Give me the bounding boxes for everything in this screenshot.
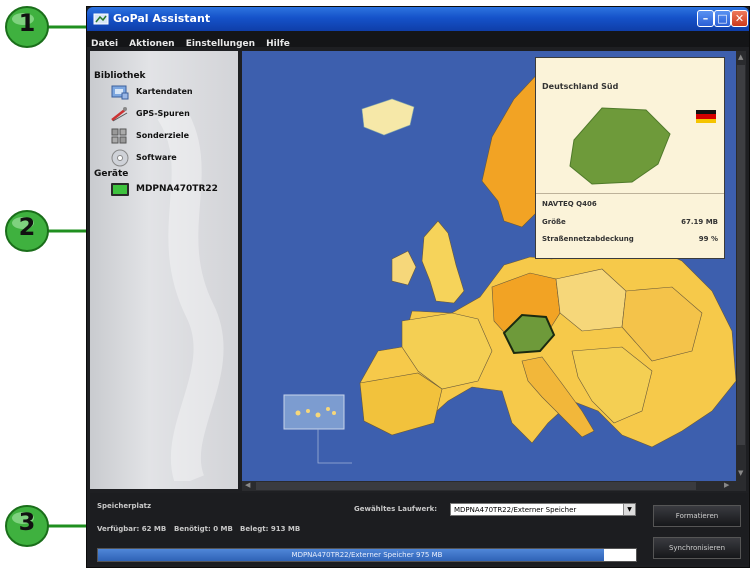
- close-icon: ✕: [734, 12, 745, 25]
- menu-hilfe[interactable]: Hilfe: [262, 37, 290, 49]
- minimize-icon: –: [702, 12, 709, 25]
- library-heading: Bibliothek: [94, 71, 146, 81]
- map-data-icon: [111, 85, 129, 100]
- maximize-icon: □: [717, 12, 728, 25]
- storage-usage-bar: MDPNA470TR22/Externer Speicher 975 MB: [97, 548, 637, 562]
- provider-label: NAVTEQ Q406: [542, 200, 597, 208]
- coverage-label: Straßennetzabdeckung: [542, 235, 634, 243]
- window-title: GoPal Assistant: [113, 12, 211, 25]
- poi-icon: [111, 128, 127, 144]
- drive-select[interactable]: MDPNA470TR22/Externer Speicher ▼: [450, 503, 636, 516]
- title-bar[interactable]: GoPal Assistant – □ ✕: [87, 7, 749, 31]
- size-label: Größe: [542, 218, 566, 226]
- maximize-button[interactable]: □: [714, 10, 731, 27]
- free-space-text: Verfügbar: 62 MB: [97, 525, 167, 533]
- region-info-card: Deutschland Süd NAVTEQ Q406 Größe 67.19 …: [535, 57, 725, 259]
- scroll-left-icon[interactable]: ◀: [245, 481, 250, 489]
- callout-number: 1: [18, 9, 36, 37]
- sidebar-item-kartendaten[interactable]: Kartendaten: [110, 83, 236, 103]
- devices-heading: Geräte: [94, 169, 129, 179]
- coverage-value: 99 %: [698, 235, 718, 243]
- menu-datei[interactable]: Datei: [87, 37, 118, 49]
- drive-label: Gewähltes Laufwerk:: [354, 505, 438, 513]
- vertical-scroll-thumb[interactable]: [737, 65, 745, 445]
- sidebar-item-label: Sonderziele: [136, 131, 190, 140]
- size-row: Größe 67.19 MB: [542, 218, 718, 226]
- storage-bar-text: MDPNA470TR22/Externer Speicher 975 MB: [291, 551, 443, 559]
- callout-number: 3: [18, 508, 36, 536]
- sidebar-item-software[interactable]: Software: [110, 149, 236, 169]
- menu-einstellungen[interactable]: Einstellungen: [182, 37, 255, 49]
- callout-badge-2: 2: [4, 208, 92, 254]
- scroll-down-icon[interactable]: ▼: [738, 469, 743, 477]
- software-cd-icon: [111, 149, 129, 167]
- region-name: Deutschland Süd: [542, 82, 619, 91]
- synchronize-button[interactable]: Synchronisieren: [653, 537, 741, 559]
- device-icon: [111, 183, 129, 196]
- map-panel[interactable]: Deutschland Süd NAVTEQ Q406 Größe 67.19 …: [242, 51, 746, 491]
- sidebar-item-sonderziele[interactable]: Sonderziele: [110, 127, 236, 147]
- format-button[interactable]: Formatieren: [653, 505, 741, 527]
- sidebar-item-label: MDPNA470TR22: [136, 184, 218, 194]
- callout-badge-3: 3: [4, 503, 92, 549]
- sidebar-item-device[interactable]: MDPNA470TR22: [110, 181, 236, 201]
- drive-select-value: MDPNA470TR22/Externer Speicher: [454, 506, 577, 514]
- sidebar-item-gps-spuren[interactable]: GPS-Spuren: [110, 105, 236, 125]
- callout-number: 2: [18, 213, 36, 241]
- germany-flag-icon: [696, 110, 716, 123]
- scroll-up-icon[interactable]: ▲: [738, 53, 743, 61]
- sidebar-item-label: Kartendaten: [136, 87, 193, 96]
- horizontal-scrollbar[interactable]: ◀ ▶: [242, 481, 746, 491]
- region-shape: [569, 107, 671, 185]
- coverage-row: Straßennetzabdeckung 99 %: [542, 235, 718, 243]
- sidebar-item-label: Software: [136, 153, 177, 162]
- info-divider: [536, 193, 724, 194]
- vertical-scrollbar[interactable]: ▲ ▼: [736, 51, 746, 481]
- close-button[interactable]: ✕: [731, 10, 748, 27]
- horizontal-scroll-thumb[interactable]: [256, 482, 696, 490]
- minimize-button[interactable]: –: [697, 10, 714, 27]
- chevron-down-icon[interactable]: ▼: [623, 504, 635, 515]
- callout-badge-1: 1: [4, 4, 92, 50]
- size-value: 67.19 MB: [681, 218, 718, 226]
- provider-row: NAVTEQ Q406: [542, 200, 718, 208]
- menu-bar: Datei Aktionen Einstellungen Hilfe: [87, 31, 749, 49]
- storage-label: Speicherplatz: [97, 502, 152, 510]
- sidebar: Bibliothek Kartendaten GPS-Spuren Sonder…: [90, 51, 238, 489]
- scroll-right-icon[interactable]: ▶: [724, 481, 729, 489]
- menu-aktionen[interactable]: Aktionen: [125, 37, 174, 49]
- sidebar-item-label: GPS-Spuren: [136, 109, 190, 118]
- storage-panel: Speicherplatz Verfügbar: 62 MB Benötigt:…: [90, 493, 748, 565]
- used-space-text: Belegt: 913 MB: [240, 525, 301, 533]
- required-space-text: Benötigt: 0 MB: [174, 525, 233, 533]
- gps-tracks-icon: [111, 107, 128, 122]
- gopal-app-icon: [93, 13, 109, 25]
- app-window: GoPal Assistant – □ ✕ Datei Aktionen Ein…: [86, 6, 750, 568]
